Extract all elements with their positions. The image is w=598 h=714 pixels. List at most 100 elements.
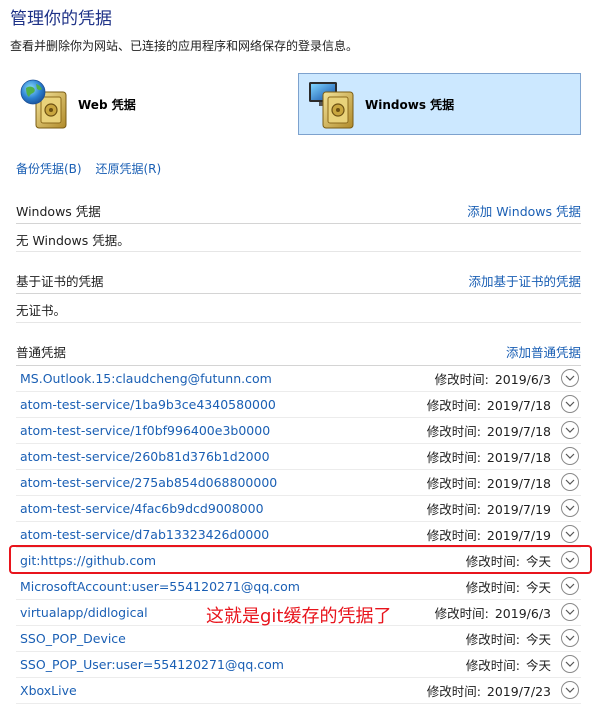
credential-row[interactable]: atom-test-service/275ab854d068800000 修改时间… [16, 470, 581, 496]
chevron-down-icon[interactable] [561, 681, 579, 699]
credential-row[interactable]: MS.Outlook.15:claudcheng@futunn.com 修改时间:… [16, 366, 581, 392]
chevron-down-icon[interactable] [561, 473, 579, 491]
credential-row[interactable]: SSO_POP_Device 修改时间: 今天 [16, 626, 581, 652]
add-cert-credential-link[interactable]: 添加基于证书的凭据 [468, 271, 581, 290]
credential-row[interactable]: atom-test-service/4fac6b9dcd9008000 修改时间:… [16, 496, 581, 522]
chevron-down-icon[interactable] [561, 369, 579, 387]
backup-restore-links: 备份凭据(B) 还原凭据(R) [16, 160, 171, 177]
section-divider [16, 293, 581, 294]
modified-date: 今天 [525, 658, 551, 673]
credential-name: git:https://github.com [20, 553, 157, 568]
modified-label: 修改时间: [426, 684, 481, 699]
modified-date: 今天 [525, 580, 551, 595]
chevron-down-icon[interactable] [561, 525, 579, 543]
modified-date: 2019/7/19 [486, 502, 551, 517]
credential-name: atom-test-service/1ba9b3ce4340580000 [20, 397, 276, 412]
annotation-text: 这就是git缓存的凭据了 [206, 606, 392, 627]
credential-name: XboxLive [20, 683, 77, 698]
credential-name: SSO_POP_Device [20, 631, 126, 646]
modified-date: 2019/7/18 [486, 398, 551, 413]
modified-label: 修改时间: [434, 372, 489, 387]
credential-name: virtualapp/didlogical [20, 605, 148, 620]
modified-date: 2019/7/23 [486, 684, 551, 699]
add-generic-credential-link[interactable]: 添加普通凭据 [506, 342, 581, 361]
chevron-down-icon[interactable] [561, 655, 579, 673]
windows-credentials-tile[interactable]: Windows 凭据 [298, 73, 581, 135]
restore-credentials-link[interactable]: 还原凭据(R) [95, 162, 161, 176]
monitor-vault-icon [305, 76, 361, 132]
backup-credentials-link[interactable]: 备份凭据(B) [16, 162, 82, 176]
cert-section-header: 基于证书的凭据 添加基于证书的凭据 [16, 268, 581, 292]
credential-modified: 修改时间: 2019/7/19 [427, 499, 551, 518]
modified-date: 2019/7/18 [486, 450, 551, 465]
modified-label: 修改时间: [426, 450, 481, 465]
modified-date: 2019/7/18 [486, 476, 551, 491]
section-divider [16, 251, 581, 252]
chevron-down-icon[interactable] [561, 577, 579, 595]
modified-label: 修改时间: [426, 398, 481, 413]
chevron-down-icon[interactable] [561, 551, 579, 569]
modified-date: 今天 [525, 554, 551, 569]
chevron-down-icon[interactable] [561, 395, 579, 413]
chevron-down-icon[interactable] [561, 421, 579, 439]
cert-section-title: 基于证书的凭据 [16, 273, 104, 289]
credential-modified: 修改时间: 2019/7/18 [427, 421, 551, 440]
windows-credentials-label: Windows 凭据 [365, 97, 455, 112]
credential-modified: 修改时间: 今天 [466, 551, 551, 570]
section-divider [16, 223, 581, 224]
modified-label: 修改时间: [426, 424, 481, 439]
credential-name: atom-test-service/4fac6b9dcd9008000 [20, 501, 264, 516]
credential-modified: 修改时间: 2019/6/3 [435, 369, 551, 388]
modified-label: 修改时间: [426, 502, 481, 517]
modified-label: 修改时间: [465, 632, 520, 647]
credential-modified: 修改时间: 2019/7/19 [427, 525, 551, 544]
credential-modified: 修改时间: 2019/7/23 [427, 681, 551, 700]
modified-label: 修改时间: [465, 554, 520, 569]
credential-row[interactable]: git:https://github.com 修改时间: 今天 [16, 548, 581, 574]
credential-modified: 修改时间: 2019/6/3 [435, 603, 551, 622]
modified-date: 今天 [525, 632, 551, 647]
modified-date: 2019/6/3 [494, 606, 551, 621]
add-windows-credential-link[interactable]: 添加 Windows 凭据 [467, 201, 581, 220]
chevron-down-icon[interactable] [561, 447, 579, 465]
credential-modified: 修改时间: 今天 [466, 655, 551, 674]
credential-row[interactable]: atom-test-service/260b81d376b1d2000 修改时间:… [16, 444, 581, 470]
modified-label: 修改时间: [426, 528, 481, 543]
web-credentials-tile[interactable]: Web 凭据 [16, 73, 276, 135]
windows-section-title: Windows 凭据 [16, 203, 101, 219]
credential-row[interactable]: SSO_POP_User:user=554120271@qq.com 修改时间: 今… [16, 652, 581, 678]
cert-empty-text: 无证书。 [16, 303, 67, 318]
credential-modified: 修改时间: 2019/7/18 [427, 395, 551, 414]
windows-section-header: Windows 凭据 添加 Windows 凭据 [16, 198, 581, 222]
credential-name: atom-test-service/1f0bf996400e3b0000 [20, 423, 271, 438]
credential-row[interactable]: XboxLive 修改时间: 2019/7/23 [16, 678, 581, 704]
page-subtitle: 查看并删除你为网站、已连接的应用程序和网络保存的登录信息。 [10, 39, 359, 53]
modified-date: 2019/7/18 [486, 424, 551, 439]
credential-row[interactable]: atom-test-service/1ba9b3ce4340580000 修改时间… [16, 392, 581, 418]
modified-label: 修改时间: [465, 580, 520, 595]
page-title: 管理你的凭据 [10, 9, 112, 29]
credential-name: MS.Outlook.15:claudcheng@futunn.com [20, 371, 272, 386]
credential-modified: 修改时间: 2019/7/18 [427, 447, 551, 466]
generic-section-title: 普通凭据 [16, 344, 67, 360]
credential-name: atom-test-service/275ab854d068800000 [20, 475, 278, 490]
credential-row[interactable]: MicrosoftAccount:user=554120271@qq.com 修改… [16, 574, 581, 600]
chevron-down-icon[interactable] [561, 499, 579, 517]
section-divider [16, 322, 581, 323]
generic-section-header: 普通凭据 添加普通凭据 [16, 339, 581, 363]
credential-row[interactable]: atom-test-service/d7ab13323426d0000 修改时间:… [16, 522, 581, 548]
credential-modified: 修改时间: 2019/7/18 [427, 473, 551, 492]
chevron-down-icon[interactable] [561, 629, 579, 647]
chevron-down-icon[interactable] [561, 603, 579, 621]
modified-date: 2019/7/19 [486, 528, 551, 543]
web-credentials-label: Web 凭据 [78, 97, 136, 112]
credential-row[interactable]: atom-test-service/1f0bf996400e3b0000 修改时间… [16, 418, 581, 444]
modified-date: 2019/6/3 [494, 372, 551, 387]
modified-label: 修改时间: [465, 658, 520, 673]
credential-name: atom-test-service/d7ab13323426d0000 [20, 527, 270, 542]
credential-name: SSO_POP_User:user=554120271@qq.com [20, 657, 284, 672]
credential-modified: 修改时间: 今天 [466, 577, 551, 596]
modified-label: 修改时间: [426, 476, 481, 491]
credential-modified: 修改时间: 今天 [466, 629, 551, 648]
modified-label: 修改时间: [434, 606, 489, 621]
